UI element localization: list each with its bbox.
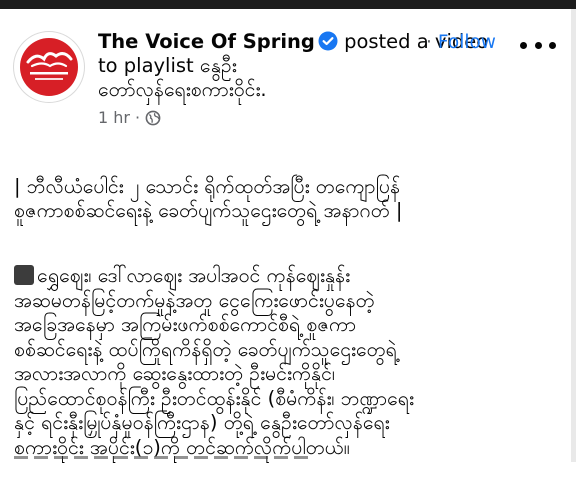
follow-label: Follow [437, 32, 496, 53]
follow-button[interactable]: · Follow [426, 32, 496, 53]
truncated-text-line [14, 452, 314, 462]
globe-icon [145, 110, 161, 126]
post-body: | ဘီလီယံပေါင်း ၂ သောင်း ရိုက်ထုတ်အပြီး တ… [14, 150, 566, 485]
more-dot [520, 41, 527, 49]
page-name-link[interactable]: The Voice Of Spring [98, 30, 315, 53]
post-meta: 1 hr · [98, 106, 498, 130]
verified-badge-icon [318, 31, 338, 51]
black-square-emoji-icon [14, 265, 34, 285]
more-options-icon[interactable] [520, 34, 556, 56]
post-paragraph-body-text: ရွှေဈေး၊ ဒေါ်လာဈေး အပါအဝင် ကုန်ဈေးနှုန်း… [14, 264, 414, 459]
voice-of-spring-logo-icon [16, 34, 82, 100]
post-paragraph-body: ရွှေဈေး၊ ဒေါ်လာဈေး အပါအဝင် ကုန်ဈေးနှုန်း… [14, 264, 566, 460]
post-header: The Voice Of Spring posted a video to pl… [14, 26, 566, 141]
post-paragraph-title: | ဘီလီယံပေါင်း ၂ သောင်း ရိုက်ထုတ်အပြီး တ… [14, 174, 403, 223]
more-dot [549, 41, 556, 49]
follow-separator: · [426, 32, 432, 53]
meta-separator: · [134, 108, 141, 127]
post-timestamp[interactable]: 1 hr [98, 106, 130, 130]
more-dot [534, 41, 542, 49]
scroll-edge [571, 9, 576, 462]
playlist-link[interactable]: တော်လှန်ရေးစကားဝိုင်း. [98, 78, 267, 101]
top-divider-bar [0, 0, 576, 9]
page-avatar[interactable] [14, 32, 84, 102]
